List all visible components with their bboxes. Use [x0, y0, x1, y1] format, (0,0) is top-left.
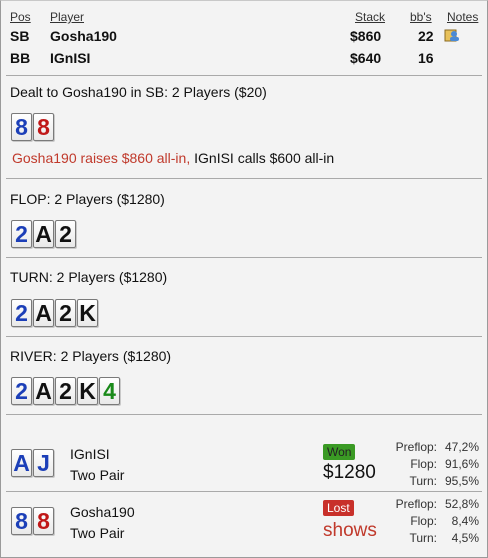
player-name[interactable]: Gosha190	[50, 28, 117, 44]
preflop-action: Gosha190 raises $860 all-in, IGnISI call…	[12, 150, 334, 166]
river-cards: 2 A 2 K 4	[11, 377, 120, 405]
result-hand: Two Pair	[70, 525, 125, 541]
result-player-name[interactable]: IGnISI	[70, 446, 110, 462]
stat-label: Turn:	[409, 474, 437, 488]
card: 8	[11, 507, 32, 535]
card: 8	[11, 113, 32, 141]
result-hand: Two Pair	[70, 467, 125, 483]
equity-stats: Preflop: 52,8% Flop: 8,4% Turn: 4,5%	[375, 497, 479, 548]
card: 2	[11, 220, 32, 248]
stat-value: 95,5%	[444, 474, 479, 488]
action-call: IGnISI calls $600 all-in	[190, 150, 335, 166]
result-amount: $1280	[323, 462, 376, 483]
card: K	[77, 377, 98, 405]
action-raise: Gosha190 raises $860 all-in,	[12, 150, 191, 166]
stat-label: Preflop:	[395, 497, 437, 511]
card: 2	[11, 377, 32, 405]
card: 2	[55, 299, 76, 327]
preflop-title: Dealt to Gosha190 in SB: 2 Players ($20)	[10, 84, 267, 100]
turn-cards: 2 A 2 K	[11, 299, 98, 327]
header-stack[interactable]: Stack	[355, 10, 385, 24]
card: 4	[99, 377, 120, 405]
turn-title: TURN: 2 Players ($1280)	[10, 269, 168, 285]
divider	[6, 257, 482, 258]
result-amount: shows	[323, 520, 377, 541]
card: A	[33, 377, 54, 405]
player-name[interactable]: IGnISI	[50, 50, 90, 66]
card: A	[11, 449, 32, 477]
player-note-icon[interactable]	[444, 28, 460, 42]
player-stack: $860	[350, 28, 382, 44]
divider	[6, 336, 482, 337]
hole-cards: 8 8	[11, 113, 54, 141]
card: A	[33, 299, 54, 327]
stat-value: 91,6%	[444, 457, 479, 471]
card: 8	[33, 113, 54, 141]
card: A	[33, 220, 54, 248]
stat-value: 47,2%	[444, 440, 479, 454]
divider	[6, 414, 482, 415]
stat-label: Turn:	[409, 531, 437, 545]
stat-value: 4,5%	[451, 531, 479, 545]
showdown-cards: 8 8	[11, 507, 54, 535]
stat-value: 52,8%	[444, 497, 479, 511]
header-pos[interactable]: Pos	[10, 10, 31, 24]
card: 2	[55, 377, 76, 405]
divider	[6, 178, 482, 179]
showdown-cards: A J	[11, 449, 54, 477]
card: 2	[55, 220, 76, 248]
equity-stats: Preflop: 47,2% Flop: 91,6% Turn: 95,5%	[375, 440, 479, 491]
river-title: RIVER: 2 Players ($1280)	[10, 348, 172, 364]
flop-cards: 2 A 2	[11, 220, 76, 248]
player-stack: $640	[350, 50, 382, 66]
card: J	[33, 449, 54, 477]
stat-label: Flop:	[410, 457, 437, 471]
header-player[interactable]: Player	[50, 10, 84, 24]
stat-label: Preflop:	[395, 440, 437, 454]
player-bbs: 16	[418, 50, 434, 66]
player-pos: BB	[10, 50, 31, 66]
result-player-name[interactable]: Gosha190	[70, 504, 135, 520]
card: 2	[11, 299, 32, 327]
divider	[6, 491, 482, 492]
won-badge: Won	[323, 444, 356, 460]
header-notes[interactable]: Notes	[447, 10, 478, 24]
card: 8	[33, 507, 54, 535]
stat-value: 8,4%	[451, 514, 479, 528]
divider	[6, 75, 482, 76]
header-bbs[interactable]: bb's	[410, 10, 432, 24]
card: K	[77, 299, 98, 327]
player-pos: SB	[10, 28, 30, 44]
flop-title: FLOP: 2 Players ($1280)	[10, 191, 165, 207]
player-bbs: 22	[418, 28, 434, 44]
lost-badge: Lost	[323, 500, 354, 516]
stat-label: Flop:	[410, 514, 437, 528]
